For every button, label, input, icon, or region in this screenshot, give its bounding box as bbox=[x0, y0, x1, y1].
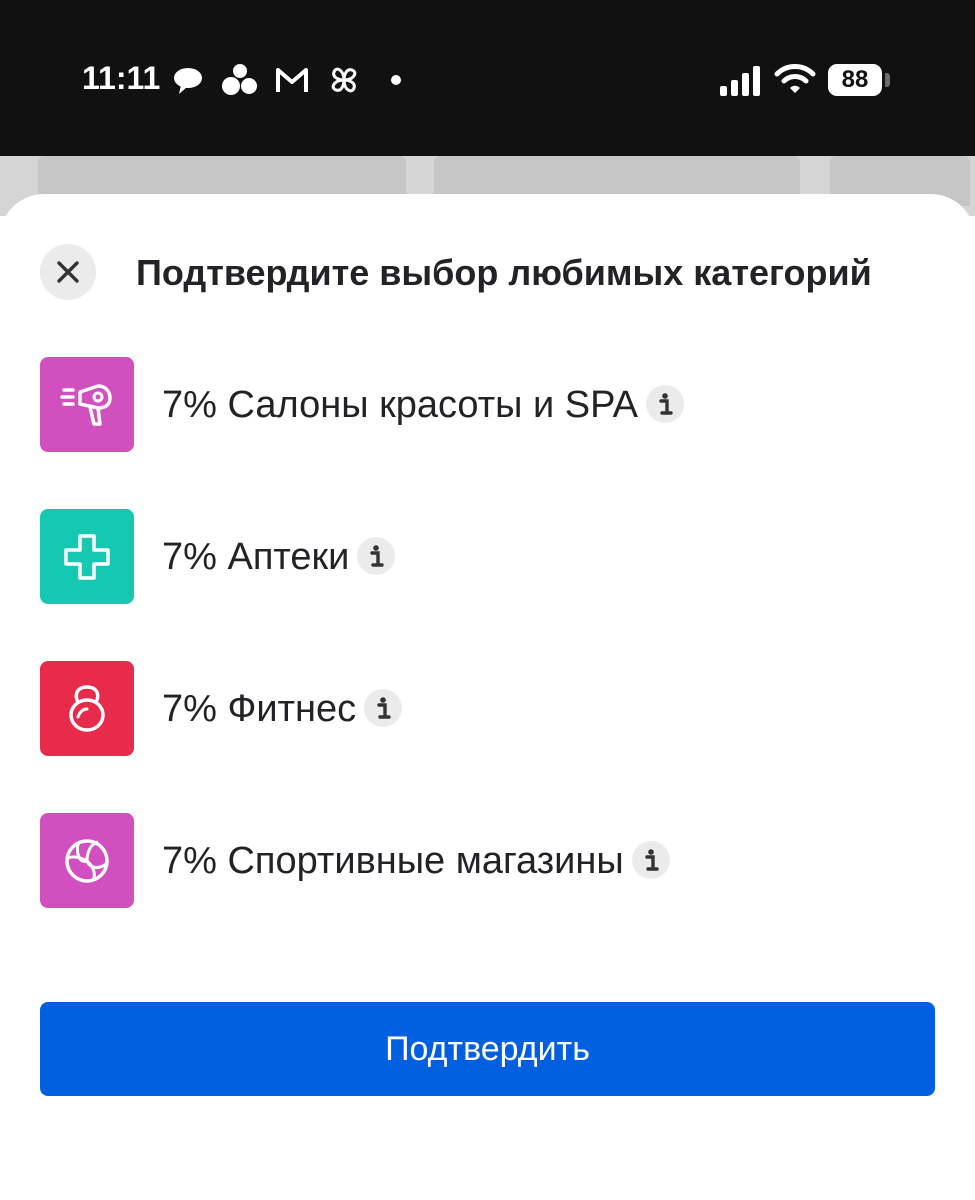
chat-bubble-icon bbox=[174, 68, 202, 94]
pinwheel-icon bbox=[331, 67, 357, 93]
category-tile bbox=[40, 813, 134, 908]
close-button[interactable] bbox=[40, 244, 96, 300]
volleyball-icon bbox=[65, 838, 109, 883]
info-icon[interactable] bbox=[645, 384, 684, 423]
battery-icon: 88 bbox=[828, 64, 882, 96]
category-tile bbox=[40, 357, 134, 452]
dots-cluster-icon bbox=[222, 64, 257, 95]
kettlebell-icon bbox=[69, 684, 105, 732]
category-label: 7% Салоны красоты и SPA bbox=[162, 383, 684, 427]
category-row: 7% Салоны красоты и SPA bbox=[40, 357, 940, 453]
confirm-button[interactable]: Подтвердить bbox=[40, 1002, 935, 1096]
category-tile bbox=[40, 661, 134, 756]
category-tile bbox=[40, 509, 134, 604]
wifi-icon bbox=[774, 64, 816, 93]
category-row: 7% Фитнес bbox=[40, 661, 940, 757]
info-icon[interactable] bbox=[364, 688, 403, 727]
category-label: 7% Фитнес bbox=[162, 687, 403, 731]
category-label-text: 7% Салоны красоты и SPA bbox=[162, 384, 638, 426]
category-label: 7% Спортивные магазины bbox=[162, 839, 670, 883]
mail-m-icon bbox=[276, 68, 308, 92]
category-label: 7% Аптеки bbox=[162, 535, 396, 579]
medical-cross-icon bbox=[64, 533, 110, 580]
status-bar: 11:11 88 bbox=[0, 0, 975, 156]
category-label-text: 7% Фитнес bbox=[162, 688, 357, 730]
category-label-text: 7% Аптеки bbox=[162, 536, 350, 578]
info-icon[interactable] bbox=[357, 536, 396, 575]
status-time: 11:11 bbox=[82, 60, 161, 96]
sheet-title: Подтвердите выбор любимых категорий bbox=[136, 252, 872, 293]
battery-tip bbox=[885, 73, 890, 87]
signal-icon bbox=[720, 66, 760, 96]
notification-dot-icon bbox=[391, 75, 401, 85]
hair-dryer-icon bbox=[60, 383, 112, 426]
screen: 11:11 88 Подтвердите выбор любимых катег… bbox=[0, 0, 975, 1200]
category-row: 7% Аптеки bbox=[40, 509, 940, 605]
info-icon[interactable] bbox=[631, 840, 670, 879]
category-row: 7% Спортивные магазины bbox=[40, 813, 940, 909]
category-label-text: 7% Спортивные магазины bbox=[162, 840, 624, 882]
close-icon bbox=[57, 261, 79, 283]
